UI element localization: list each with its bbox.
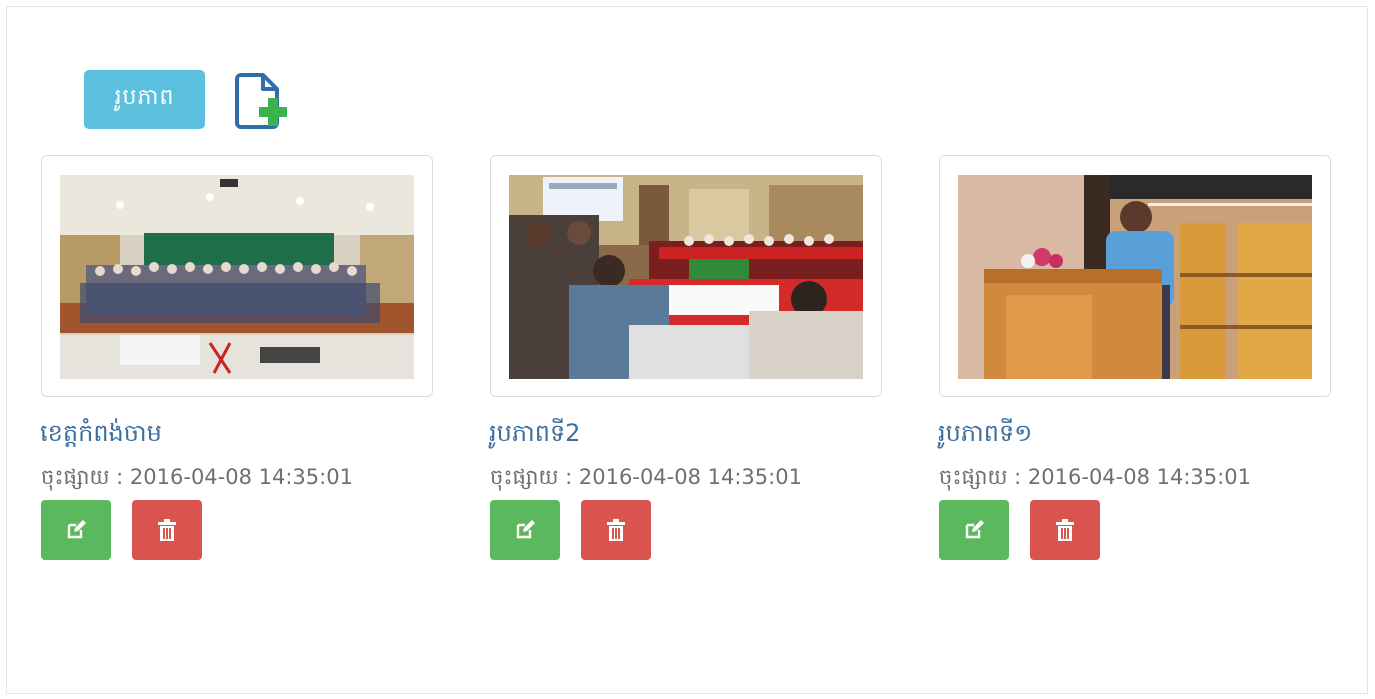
card-title[interactable]: រូបភាពទី2 [489,417,890,449]
publish-date: ចុះផ្សាយ : 2016-04-08 14:35:01 [490,465,802,489]
thumbnail-frame[interactable] [490,155,882,397]
speaker-photo-image [958,175,1312,379]
gallery-card: រូបភាពទី2 ចុះផ្សាយ : 2016-04-08 14:35:01 [489,155,890,560]
edit-icon [965,520,984,539]
edit-icon [67,520,86,539]
trash-icon [158,519,176,541]
group-photo-image [60,175,414,379]
edit-icon [516,520,535,539]
thumbnail-frame[interactable] [41,155,433,397]
gallery-card: រូបភាពទី១ ចុះផ្សាយ : 2016-04-08 14:35:01 [938,155,1339,560]
publish-date: ចុះផ្សាយ : 2016-04-08 14:35:01 [939,465,1251,489]
card-title[interactable]: ខេត្តកំពង់ចាម [40,417,441,449]
gallery-toolbar: រូបភាព [84,69,289,129]
edit-button[interactable] [939,500,1009,560]
edit-button[interactable] [490,500,560,560]
card-title[interactable]: រូបភាពទី១ [938,417,1339,449]
trash-icon [1056,519,1074,541]
gallery-card: ខេត្តកំពង់ចាម ចុះផ្សាយ : 2016-04-08 14:3… [40,155,441,560]
delete-button[interactable] [581,500,651,560]
meeting-photo-image [509,175,863,379]
gallery-tag-button[interactable]: រូបភាព [84,69,205,129]
delete-button[interactable] [132,500,202,560]
publish-date: ចុះផ្សាយ : 2016-04-08 14:35:01 [41,465,353,489]
edit-button[interactable] [41,500,111,560]
thumbnail-frame[interactable] [939,155,1331,397]
delete-button[interactable] [1030,500,1100,560]
trash-icon [607,519,625,541]
add-file-icon[interactable] [231,69,289,129]
